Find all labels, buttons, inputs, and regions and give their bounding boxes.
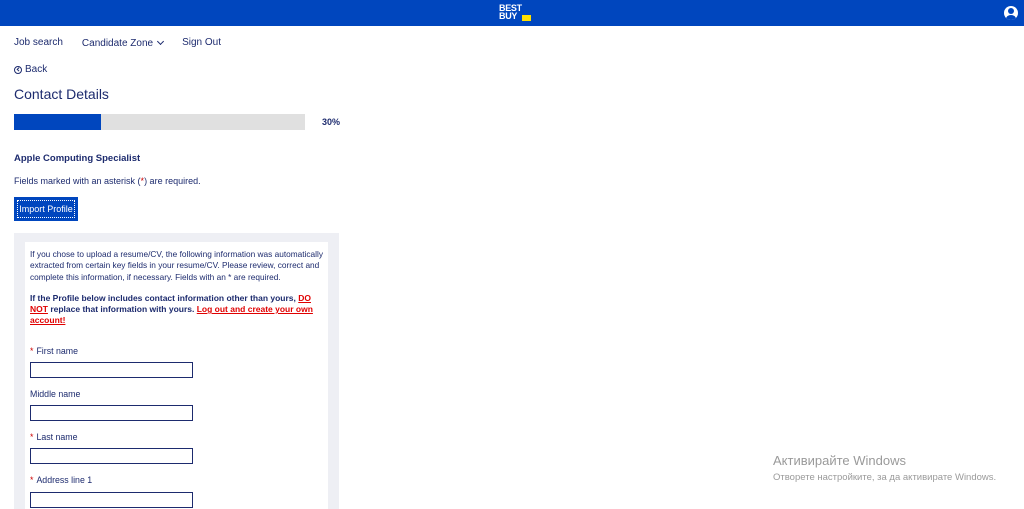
first-name-label: * First name xyxy=(30,346,78,356)
logo-wordmark: BEST BUY xyxy=(499,3,522,21)
back-link[interactable]: Back xyxy=(14,64,47,75)
warning-text-1: If the Profile below includes contact in… xyxy=(30,292,299,303)
job-title: Apple Computing Specialist xyxy=(14,153,141,164)
middle-name-label-text: Middle name xyxy=(30,389,81,399)
required-note: Fields marked with an asterisk (*) are r… xyxy=(14,176,201,186)
back-arrow-icon xyxy=(14,65,22,74)
back-label: Back xyxy=(25,64,48,75)
contact-warning: If the Profile below includes contact in… xyxy=(30,293,323,327)
top-bar: BEST BUY xyxy=(0,0,1024,26)
resume-info-text: If you chose to upload a resume/CV, the … xyxy=(30,249,324,282)
middle-name-label: Middle name xyxy=(30,389,80,399)
main-nav: Job search Candidate Zone Sign Out xyxy=(14,37,221,49)
progress-bar xyxy=(14,114,305,130)
user-icon-head xyxy=(1008,8,1014,14)
address-line-1-label: * Address line 1 xyxy=(30,475,92,485)
logo-tag xyxy=(522,15,531,21)
user-icon[interactable] xyxy=(1004,6,1018,20)
import-profile-label: Import Profile xyxy=(17,200,75,218)
activation-title: Активирайте Windows xyxy=(773,453,906,468)
import-profile-button[interactable]: Import Profile xyxy=(14,197,78,221)
last-name-label-text: Last name xyxy=(36,432,78,442)
last-name-input[interactable] xyxy=(30,448,193,464)
nav-sign-out[interactable]: Sign Out xyxy=(182,37,221,49)
middle-name-input[interactable] xyxy=(30,405,193,421)
last-name-required: * xyxy=(30,432,34,442)
address-line-1-required: * xyxy=(30,475,34,485)
nav-job-search[interactable]: Job search xyxy=(14,37,63,49)
profile-panel: If you chose to upload a resume/CV, the … xyxy=(14,233,339,509)
nav-candidate-zone[interactable]: Candidate Zone xyxy=(81,37,165,49)
page-title: Contact Details xyxy=(14,86,109,102)
first-name-input[interactable] xyxy=(30,362,193,378)
first-name-label-text: First name xyxy=(36,346,78,356)
required-note-before: Fields marked with an asterisk ( xyxy=(14,176,141,186)
progress-fill xyxy=(14,114,102,130)
required-note-after: ) are required. xyxy=(144,176,201,186)
profile-form: If you chose to upload a resume/CV, the … xyxy=(25,242,328,509)
user-icon-body xyxy=(1006,15,1016,20)
last-name-label: * Last name xyxy=(30,432,78,442)
activation-subtitle: Отворете настройките, за да активирате W… xyxy=(773,472,997,483)
warning-text-2: replace that information with yours. xyxy=(47,304,197,315)
nav-candidate-zone-label: Candidate Zone xyxy=(81,37,154,49)
progress-label: 30% xyxy=(322,117,341,127)
address-line-1-label-text: Address line 1 xyxy=(36,475,93,485)
address-line-1-input[interactable] xyxy=(30,492,193,508)
first-name-required: * xyxy=(30,346,34,356)
best-buy-logo[interactable]: BEST BUY xyxy=(499,3,533,23)
windows-activation-watermark: Активирайте Windows Отворете настройките… xyxy=(773,453,996,483)
chevron-down-icon xyxy=(157,37,165,46)
